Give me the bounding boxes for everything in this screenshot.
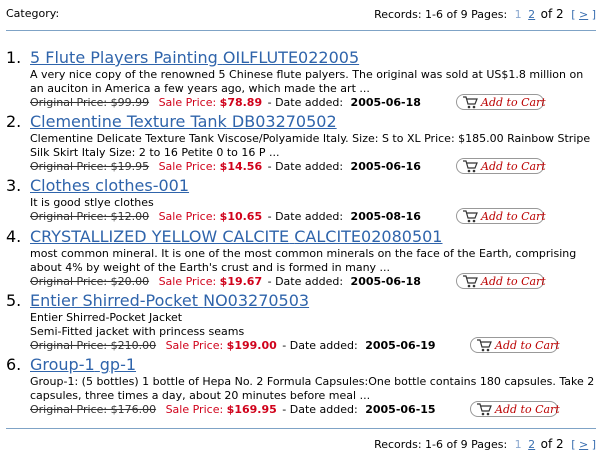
product-description: A very nice copy of the renowned 5 Chine…	[30, 68, 584, 95]
date-added: 2005-08-16	[350, 210, 421, 223]
item-number: 4.	[6, 227, 22, 246]
item-number: 3.	[6, 176, 22, 195]
top-toolbar: Category: Records: 1-6 of 9 Pages: 1 2 o…	[6, 6, 596, 22]
sale-price: $14.56	[219, 160, 263, 173]
add-to-cart-button[interactable]: Add to Cart	[456, 208, 546, 224]
next-page-label: >	[578, 8, 589, 21]
pages-label: Pages:	[471, 438, 508, 451]
date-added: 2005-06-18	[350, 96, 421, 109]
product-title-link[interactable]: CRYSTALLIZED YELLOW CALCITE CALCITE02080…	[30, 227, 442, 246]
original-price: Original Price: $19.95	[30, 160, 150, 173]
page-2-link[interactable]: 2	[528, 8, 535, 21]
product-title-link[interactable]: Clementine Texture Tank DB03270502	[30, 112, 337, 131]
page-total: of 2	[540, 437, 564, 451]
date-added: 2005-06-19	[365, 339, 436, 352]
add-to-cart-label: Add to Cart	[495, 339, 560, 352]
add-to-cart-label: Add to Cart	[481, 275, 546, 288]
sale-price: $78.89	[219, 96, 263, 109]
top-divider	[6, 30, 596, 31]
sale-price-label: Sale Price:	[165, 403, 224, 416]
date-added-label: - Date added:	[267, 160, 344, 173]
product-title-link[interactable]: 5 Flute Players Painting OILFLUTE022005	[30, 48, 359, 67]
date-added: 2005-06-16	[350, 160, 421, 173]
add-to-cart-label: Add to Cart	[495, 403, 560, 416]
add-to-cart-button[interactable]: Add to Cart	[456, 273, 546, 289]
cart-icon	[477, 403, 492, 416]
current-page: 1	[514, 8, 522, 21]
product-title-link[interactable]: Clothes clothes-001	[30, 176, 189, 195]
page-total: of 2	[540, 7, 564, 21]
sale-price: $199.00	[226, 339, 277, 352]
cart-icon	[463, 96, 478, 109]
price-row: Original Price: $20.00 Sale Price: $19.6…	[30, 273, 596, 289]
bottom-toolbar: Records: 1-6 of 9 Pages: 1 2 of 2 [ > ]	[6, 436, 596, 452]
next-page-link[interactable]: [ > ]	[571, 8, 596, 21]
top-pager: Records: 1-6 of 9 Pages: 1 2 of 2 [ > ]	[374, 7, 596, 21]
product-title-link[interactable]: Entier Shirred-Pocket NO03270503	[30, 291, 309, 310]
date-added-label: - Date added:	[282, 339, 358, 352]
add-to-cart-label: Add to Cart	[481, 96, 546, 109]
price-row: Original Price: $210.00 Sale Price: $199…	[30, 337, 596, 353]
price-row: Original Price: $19.95 Sale Price: $14.5…	[30, 158, 596, 174]
item-number: 5.	[6, 291, 22, 310]
pages-label: Pages:	[471, 8, 508, 21]
sale-price-label: Sale Price:	[158, 160, 217, 173]
sale-price-label: Sale Price:	[158, 210, 217, 223]
records-count: Records: 1-6 of 9	[374, 438, 468, 451]
bottom-divider	[6, 428, 596, 429]
date-added: 2005-06-18	[350, 275, 421, 288]
price-row: Original Price: $99.99 Sale Price: $78.8…	[30, 94, 596, 110]
date-added-label: - Date added:	[267, 275, 344, 288]
sale-price: $169.95	[226, 403, 277, 416]
cart-icon	[463, 275, 478, 288]
price-row: Original Price: $12.00 Sale Price: $10.6…	[30, 208, 596, 224]
add-to-cart-button[interactable]: Add to Cart	[456, 158, 546, 174]
add-to-cart-button[interactable]: Add to Cart	[456, 94, 546, 110]
records-count: Records: 1-6 of 9	[374, 8, 468, 21]
add-to-cart-button[interactable]: Add to Cart	[470, 337, 560, 353]
current-page: 1	[514, 438, 522, 451]
item-number: 1.	[6, 48, 22, 67]
original-price: Original Price: $20.00	[30, 275, 150, 288]
product-description: Clementine Delicate Texture Tank Viscose…	[30, 132, 591, 159]
product-description: most common mineral. It is one of the mo…	[30, 247, 577, 274]
product-description: Group-1: (5 bottles) 1 bottle of Hepa No…	[30, 375, 595, 402]
category-label: Category:	[6, 7, 60, 20]
item-number: 6.	[6, 355, 22, 374]
add-to-cart-label: Add to Cart	[481, 160, 546, 173]
product-title-link[interactable]: Group-1 gp-1	[30, 355, 136, 374]
original-price: Original Price: $176.00	[30, 403, 157, 416]
date-added: 2005-06-15	[365, 403, 436, 416]
sale-price: $10.65	[219, 210, 263, 223]
original-price: Original Price: $12.00	[30, 210, 150, 223]
original-price: Original Price: $210.00	[30, 339, 157, 352]
bottom-pager: Records: 1-6 of 9 Pages: 1 2 of 2 [ > ]	[374, 437, 596, 451]
cart-icon	[477, 339, 492, 352]
date-added-label: - Date added:	[267, 210, 344, 223]
page-2-link[interactable]: 2	[528, 438, 535, 451]
next-page-label: >	[578, 438, 589, 451]
item-number: 2.	[6, 112, 22, 131]
sale-price-label: Sale Price:	[158, 96, 217, 109]
add-to-cart-label: Add to Cart	[481, 210, 546, 223]
original-price: Original Price: $99.99	[30, 96, 150, 109]
sale-price-label: Sale Price:	[158, 275, 217, 288]
sale-price: $19.67	[219, 275, 263, 288]
cart-icon	[463, 160, 478, 173]
date-added-label: - Date added:	[267, 96, 344, 109]
cart-icon	[463, 210, 478, 223]
next-page-link[interactable]: [ > ]	[571, 438, 596, 451]
sale-price-label: Sale Price:	[165, 339, 224, 352]
price-row: Original Price: $176.00 Sale Price: $169…	[30, 401, 596, 417]
product-description: Entier Shirred-Pocket Jacket Semi-Fitted…	[30, 311, 245, 338]
date-added-label: - Date added:	[282, 403, 358, 416]
add-to-cart-button[interactable]: Add to Cart	[470, 401, 560, 417]
